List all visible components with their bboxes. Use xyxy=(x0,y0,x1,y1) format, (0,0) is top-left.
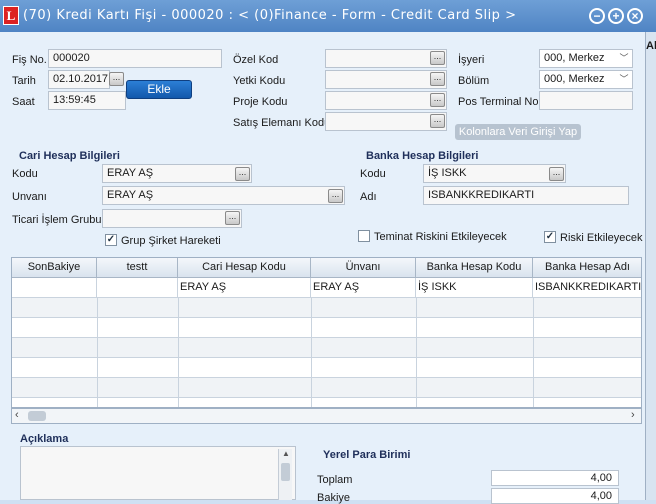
table-row[interactable] xyxy=(12,358,641,378)
column-header[interactable]: Banka Hesap Kodu xyxy=(416,258,533,278)
riski-etkileyecek-label: Riski Etkileyecek xyxy=(560,232,643,244)
table-row[interactable]: ERAY AŞ ERAY AŞ İŞ ISKK ISBANKKREDIKARTI xyxy=(12,278,641,298)
scroll-up-icon[interactable]: ▲ xyxy=(282,449,290,458)
cari-unvani-field[interactable]: ERAY AŞ xyxy=(102,186,345,205)
aciklama-textarea[interactable] xyxy=(20,446,296,500)
banka-kodu-field[interactable]: İŞ ISKK xyxy=(423,164,566,183)
window-title: (70) Kredi Kartı Fişi - 000020 : < (0)Fi… xyxy=(23,8,517,23)
proje-kodu-field[interactable] xyxy=(325,91,447,110)
ozel-kod-lookup-button[interactable]: ... xyxy=(430,51,445,65)
toplam-label: Toplam xyxy=(317,474,353,486)
cari-unvani-label: Unvanı xyxy=(12,191,47,203)
column-header[interactable]: SonBakiye xyxy=(12,258,97,278)
scrollbar-thumb[interactable] xyxy=(281,463,290,481)
saat-field[interactable]: 13:59:45 xyxy=(48,91,126,110)
background-window-strip: Alı xyxy=(645,32,656,500)
banka-section-title: Banka Hesap Bilgileri xyxy=(366,150,479,162)
yerel-para-title: Yerel Para Birimi xyxy=(323,449,411,461)
yetki-kodu-lookup-button[interactable]: ... xyxy=(430,72,445,86)
bolum-label: Bölüm xyxy=(458,75,490,87)
bakiye-label: Bakiye xyxy=(317,492,351,504)
table-row[interactable] xyxy=(12,378,641,398)
isyeri-label: İşyeri xyxy=(458,54,485,66)
ozel-kod-label: Özel Kod xyxy=(233,54,279,66)
column-divider xyxy=(533,298,534,407)
table-row[interactable] xyxy=(12,298,641,318)
column-divider xyxy=(311,298,312,407)
lines-grid[interactable]: SonBakiye testt Cari Hesap Kodu Ünvanı B… xyxy=(11,257,642,408)
ozel-kod-field[interactable] xyxy=(325,49,447,68)
background-window-label: Alı xyxy=(646,40,656,52)
satis-elemani-field[interactable] xyxy=(325,112,447,131)
scroll-left-icon[interactable]: ‹ xyxy=(15,409,19,421)
column-header[interactable]: testt xyxy=(97,258,178,278)
banka-adi-field[interactable]: ISBANKKREDIKARTI xyxy=(423,186,629,205)
table-cell[interactable]: ERAY AŞ xyxy=(178,278,311,298)
grup-sirket-label: Grup Şirket Hareketi xyxy=(121,235,221,247)
scroll-right-icon[interactable]: › xyxy=(631,409,635,421)
satis-elemani-label: Satış Elemanı Kodu xyxy=(233,117,331,129)
cari-unvani-lookup-button[interactable]: ... xyxy=(328,189,343,203)
kolonlara-veri-button[interactable]: Kolonlara Veri Girişi Yap xyxy=(455,124,581,140)
chevron-down-icon[interactable]: ﹀ xyxy=(617,50,631,67)
satis-elemani-lookup-button[interactable]: ... xyxy=(430,114,445,128)
table-row[interactable] xyxy=(12,338,641,358)
pos-terminal-label: Pos Terminal No. xyxy=(458,96,542,108)
ticari-islem-label: Ticari İşlem Grubu xyxy=(12,214,102,226)
yetki-kodu-field[interactable] xyxy=(325,70,447,89)
column-header[interactable]: Cari Hesap Kodu xyxy=(178,258,311,278)
proje-kodu-lookup-button[interactable]: ... xyxy=(430,93,445,107)
aciklama-label: Açıklama xyxy=(20,433,69,445)
fis-no-label: Fiş No. xyxy=(12,54,47,66)
title-bar: L (70) Kredi Kartı Fişi - 000020 : < (0)… xyxy=(0,0,656,32)
banka-kodu-lookup-button[interactable]: ... xyxy=(549,167,564,181)
fis-no-field[interactable]: 000020 xyxy=(48,49,222,68)
proje-kodu-label: Proje Kodu xyxy=(233,96,288,108)
saat-label: Saat xyxy=(12,96,35,108)
column-divider xyxy=(416,298,417,407)
chevron-down-icon[interactable]: ﹀ xyxy=(617,71,631,88)
banka-adi-label: Adı xyxy=(360,191,377,203)
yetki-kodu-label: Yetki Kodu xyxy=(233,75,286,87)
grid-horizontal-scrollbar[interactable]: ‹ › xyxy=(11,408,642,424)
pos-terminal-field[interactable] xyxy=(539,91,633,110)
scrollbar-thumb[interactable] xyxy=(28,411,46,421)
ticari-islem-field[interactable] xyxy=(102,209,242,228)
table-cell[interactable]: İŞ ISKK xyxy=(416,278,533,298)
tarih-field[interactable]: 02.10.2017 xyxy=(48,70,110,89)
toplam-field[interactable]: 4,00 xyxy=(491,470,619,486)
close-icon[interactable]: × xyxy=(627,8,643,24)
bakiye-field[interactable]: 4,00 xyxy=(491,488,619,504)
table-row[interactable] xyxy=(12,318,641,338)
banka-kodu-label: Kodu xyxy=(360,168,386,180)
riski-etkileyecek-checkbox[interactable]: ✓ xyxy=(544,231,556,243)
column-header[interactable]: Banka Hesap Adı xyxy=(533,258,641,278)
cari-kodu-lookup-button[interactable]: ... xyxy=(235,167,250,181)
column-divider xyxy=(178,298,179,407)
minimize-icon[interactable]: − xyxy=(589,8,605,24)
ekle-button[interactable]: Ekle xyxy=(126,80,192,99)
column-header[interactable]: Ünvanı xyxy=(311,258,416,278)
ticari-islem-lookup-button[interactable]: ... xyxy=(225,211,240,225)
table-cell[interactable]: ISBANKKREDIKARTI xyxy=(533,278,641,298)
teminat-riski-label: Teminat Riskini Etkileyecek xyxy=(374,231,507,243)
grup-sirket-checkbox[interactable]: ✓ xyxy=(105,234,117,246)
date-picker-button[interactable]: ... xyxy=(109,72,124,86)
maximize-icon[interactable]: + xyxy=(608,8,624,24)
cari-kodu-field[interactable]: ERAY AŞ xyxy=(102,164,252,183)
tarih-label: Tarih xyxy=(12,75,36,87)
teminat-riski-checkbox[interactable] xyxy=(358,230,370,242)
cari-kodu-label: Kodu xyxy=(12,168,38,180)
table-cell[interactable]: ERAY AŞ xyxy=(311,278,416,298)
column-divider xyxy=(97,298,98,407)
table-cell[interactable] xyxy=(12,278,97,298)
app-logo-icon: L xyxy=(3,6,19,25)
aciklama-scrollbar[interactable]: ▲ xyxy=(278,449,292,500)
table-cell[interactable] xyxy=(97,278,178,298)
cari-section-title: Cari Hesap Bilgileri xyxy=(19,150,120,162)
